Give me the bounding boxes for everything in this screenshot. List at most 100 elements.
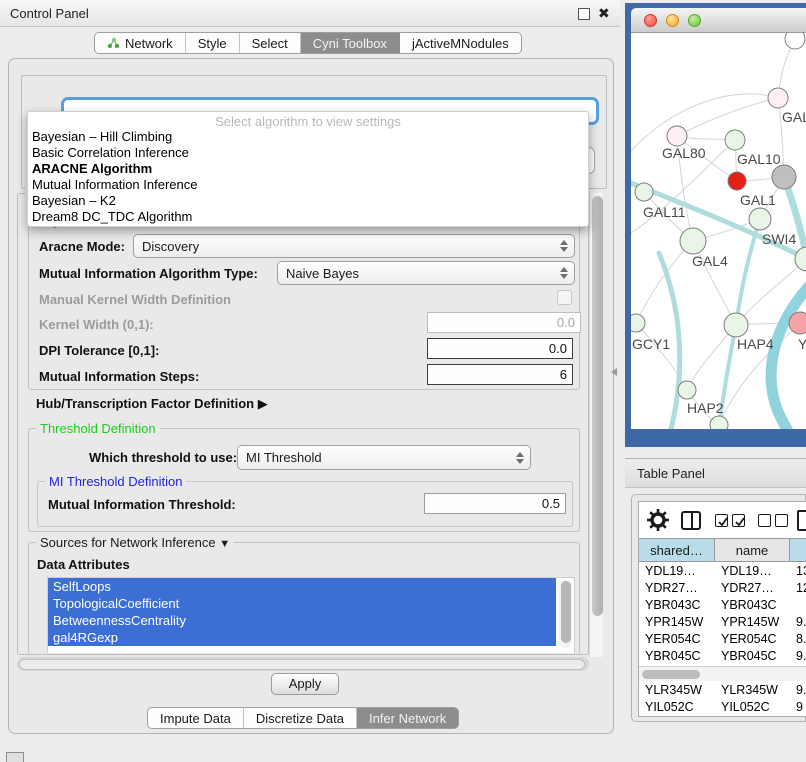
table-header-row: shared… name: [639, 538, 806, 562]
node-gal80[interactable]: [667, 126, 687, 146]
which-threshold-value: MI Threshold: [246, 450, 322, 465]
data-attributes-list[interactable]: SelfLoops TopologicalCoefficient Between…: [47, 577, 575, 653]
gear-icon[interactable]: [647, 509, 669, 531]
table-row[interactable]: YBR045C YBR045C 9.: [639, 648, 806, 665]
tab-cyni-toolbox[interactable]: Cyni Toolbox: [301, 33, 400, 53]
table-row[interactable]: YDR27… YDR27… 12: [639, 580, 806, 597]
column-header-partial[interactable]: [790, 538, 806, 562]
apply-button[interactable]: Apply: [271, 673, 339, 695]
checkbox-checked-icon[interactable]: [715, 514, 728, 527]
node-hap2[interactable]: [678, 381, 696, 399]
node-swi4[interactable]: [795, 247, 806, 271]
network-canvas[interactable]: GAL GAL80 GAL10 GAL1 GAL11 SWI4 GAL4 GCY…: [631, 33, 806, 429]
panel-divider-arrow-icon[interactable]: [611, 368, 617, 376]
checkbox-unchecked-icon[interactable]: [758, 514, 771, 527]
node-gray[interactable]: [772, 165, 796, 189]
node-gal-partial[interactable]: [768, 88, 788, 108]
node-label: GAL11: [643, 204, 686, 220]
table-row[interactable]: YER054C YER054C 8.: [639, 631, 806, 648]
list-scrollbar[interactable]: [559, 580, 572, 648]
algorithm-option-dream8[interactable]: Dream8 DC_TDC Algorithm: [28, 209, 588, 225]
node-gal4[interactable]: [680, 228, 706, 254]
list-item[interactable]: SelfLoops: [48, 578, 556, 595]
list-item[interactable]: gal4RGexp: [48, 629, 556, 646]
mi-steps-field[interactable]: [427, 364, 573, 385]
table-panel: shared… name YDL19… YDL19… 13 YDR27… YDR…: [631, 494, 806, 722]
tab-impute-data[interactable]: Impute Data: [148, 708, 244, 728]
kernel-width-field[interactable]: [427, 312, 581, 333]
node-label: GCY1: [632, 336, 670, 352]
table-row[interactable]: YBR043C YBR043C: [639, 597, 806, 614]
checkbox-checked-icon[interactable]: [732, 514, 745, 527]
network-window-titlebar[interactable]: [631, 8, 806, 33]
close-icon[interactable]: ✖: [598, 5, 612, 21]
node-unlabeled[interactable]: [785, 33, 805, 49]
network-tab-icon: [107, 37, 120, 50]
settings-vertical-scrollbar-thumb[interactable]: [592, 196, 603, 616]
dpi-tolerance-field[interactable]: [427, 338, 573, 359]
list-scrollbar-thumb[interactable]: [561, 581, 571, 643]
which-threshold-combobox[interactable]: MI Threshold: [237, 445, 531, 470]
algorithm-option-aracne[interactable]: ARACNE Algorithm: [28, 161, 588, 177]
tab-jactivemnodules[interactable]: jActiveMNodules: [400, 33, 521, 53]
settings-horizontal-scrollbar-thumb[interactable]: [19, 659, 585, 670]
node-bottom[interactable]: [710, 416, 728, 429]
settings-vertical-scrollbar[interactable]: [589, 193, 603, 657]
which-threshold-label: Which threshold to use:: [89, 450, 237, 465]
chevron-down-icon[interactable]: ▼: [219, 538, 230, 550]
columns-icon[interactable]: [681, 511, 701, 530]
mi-threshold-group-title: MI Threshold Definition: [45, 474, 186, 489]
chevron-right-icon: ▶: [258, 396, 268, 412]
column-header-shared[interactable]: shared…: [639, 538, 715, 562]
node-gal10[interactable]: [725, 130, 745, 150]
collapsed-panel-icon[interactable]: [6, 752, 24, 762]
mi-type-value: Naive Bayes: [286, 266, 359, 281]
algorithm-option-basic-correlation[interactable]: Basic Correlation Inference: [28, 145, 588, 161]
algorithm-dropdown-popup: Select algorithm to view settings Bayesi…: [27, 111, 589, 227]
column-header-name[interactable]: name: [715, 538, 790, 562]
settings-horizontal-scrollbar[interactable]: [17, 657, 589, 671]
dpi-tolerance-label: DPI Tolerance [0,1]:: [39, 343, 159, 358]
node-salmon[interactable]: [789, 312, 806, 334]
manual-kernel-checkbox[interactable]: [557, 290, 572, 305]
combo-arrows-icon: [516, 452, 524, 464]
tab-infer-network[interactable]: Infer Network: [357, 708, 458, 728]
node-gal11[interactable]: [635, 183, 653, 201]
node-gal1[interactable]: [749, 208, 771, 230]
node-label: GAL10: [737, 151, 781, 167]
node-label: GAL1: [740, 192, 776, 208]
table-row[interactable]: YDL19… YDL19… 13: [639, 563, 806, 580]
node-hap4[interactable]: [724, 313, 748, 337]
table-row[interactable]: YPR145W YPR145W 9.: [639, 614, 806, 631]
close-traffic-light-icon[interactable]: [644, 14, 657, 27]
tab-select[interactable]: Select: [240, 33, 301, 53]
algorithm-option-mutual-information[interactable]: Mutual Information Inference: [28, 177, 588, 193]
tab-network[interactable]: Network: [95, 33, 186, 53]
list-item[interactable]: BetweennessCentrality: [48, 612, 556, 629]
hub-definition-toggle[interactable]: Hub/Transcription Factor Definition ▶: [36, 396, 268, 412]
node-label: GAL80: [662, 145, 706, 161]
sources-title-text: Sources for Network Inference: [40, 535, 216, 550]
algorithm-placeholder: Select algorithm to view settings: [28, 114, 588, 129]
algorithm-option-bayesian-hill[interactable]: Bayesian – Hill Climbing: [28, 129, 588, 145]
list-item[interactable]: TopologicalCoefficient: [48, 595, 556, 612]
mi-type-combobox[interactable]: Naive Bayes: [277, 261, 575, 285]
tab-style[interactable]: Style: [186, 33, 240, 53]
checkbox-unchecked-icon[interactable]: [775, 514, 788, 527]
minimize-traffic-light-icon[interactable]: [666, 14, 679, 27]
threshold-definition-title: Threshold Definition: [36, 421, 160, 436]
table-row[interactable]: YLR345W YLR345W 9.: [639, 682, 806, 699]
aracne-mode-label: Aracne Mode:: [39, 239, 125, 254]
tab-discretize-data[interactable]: Discretize Data: [244, 708, 357, 728]
algorithm-option-bayesian-k2[interactable]: Bayesian – K2: [28, 193, 588, 209]
table-row[interactable]: YIL052C YIL052C 9: [639, 699, 806, 716]
mi-threshold-field[interactable]: [424, 493, 566, 514]
aracne-mode-combobox[interactable]: Discovery: [133, 234, 575, 258]
table-horizontal-scrollbar[interactable]: [639, 666, 806, 681]
node-gcy1[interactable]: [631, 314, 645, 332]
node-red-selected[interactable]: [728, 172, 746, 190]
table-horizontal-scrollbar-thumb[interactable]: [642, 670, 700, 679]
file-icon-partial[interactable]: [797, 510, 806, 531]
zoom-traffic-light-icon[interactable]: [688, 14, 701, 27]
float-panel-icon[interactable]: [578, 8, 590, 20]
